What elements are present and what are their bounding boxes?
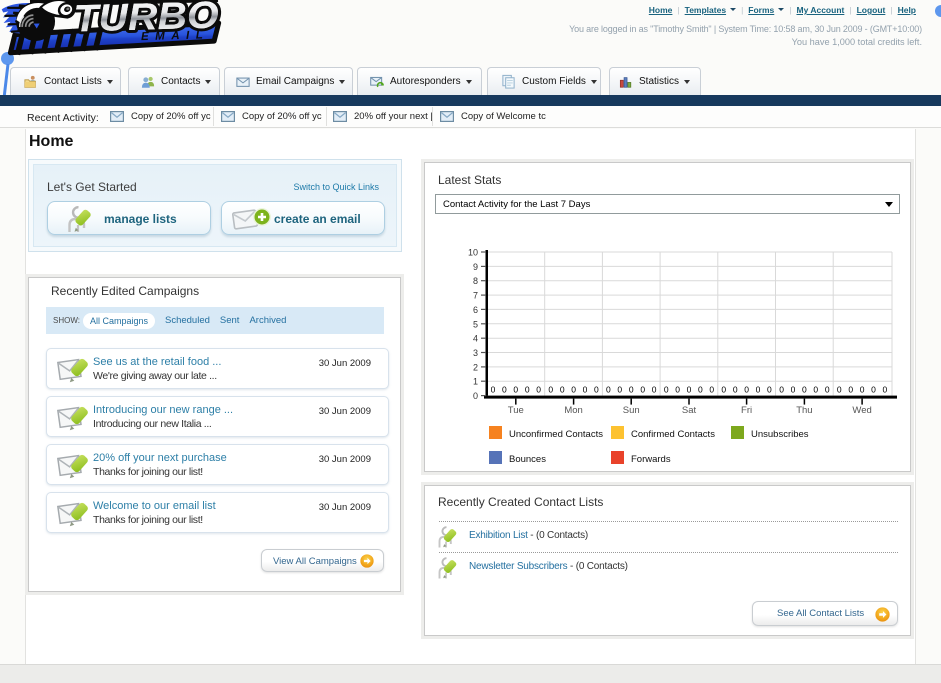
svg-text:0: 0: [652, 385, 657, 395]
svg-text:8: 8: [473, 276, 478, 286]
svg-text:0: 0: [779, 385, 784, 395]
svg-text:0: 0: [721, 385, 726, 395]
svg-text:0: 0: [883, 385, 888, 395]
svg-text:0: 0: [767, 385, 772, 395]
svg-text:3: 3: [473, 348, 478, 358]
svg-text:Tue: Tue: [508, 405, 524, 416]
svg-text:0: 0: [756, 385, 761, 395]
svg-text:0: 0: [675, 385, 680, 395]
svg-text:Wed: Wed: [852, 405, 871, 416]
svg-text:0: 0: [813, 385, 818, 395]
svg-text:Confirmed Contacts: Confirmed Contacts: [631, 429, 715, 440]
svg-text:Bounces: Bounces: [509, 454, 546, 465]
svg-text:0: 0: [583, 385, 588, 395]
svg-text:0: 0: [687, 385, 692, 395]
svg-text:0: 0: [629, 385, 634, 395]
svg-text:5: 5: [473, 319, 478, 329]
svg-text:Sun: Sun: [623, 405, 640, 416]
svg-text:Sat: Sat: [682, 405, 697, 416]
svg-text:0: 0: [791, 385, 796, 395]
svg-text:0: 0: [744, 385, 749, 395]
svg-text:0: 0: [733, 385, 738, 395]
svg-text:Forwards: Forwards: [631, 454, 671, 465]
svg-text:Fri: Fri: [741, 405, 752, 416]
svg-text:0: 0: [502, 385, 507, 395]
svg-text:Mon: Mon: [564, 405, 582, 416]
svg-text:4: 4: [473, 334, 478, 344]
svg-text:0: 0: [548, 385, 553, 395]
svg-text:0: 0: [536, 385, 541, 395]
svg-text:0: 0: [664, 385, 669, 395]
svg-text:0: 0: [571, 385, 576, 395]
svg-text:0: 0: [871, 385, 876, 395]
svg-text:0: 0: [802, 385, 807, 395]
svg-text:0: 0: [848, 385, 853, 395]
svg-text:6: 6: [473, 305, 478, 315]
svg-text:0: 0: [594, 385, 599, 395]
svg-text:0: 0: [525, 385, 530, 395]
svg-text:0: 0: [513, 385, 518, 395]
svg-text:0: 0: [860, 385, 865, 395]
svg-text:1: 1: [473, 377, 478, 387]
svg-text:0: 0: [473, 391, 478, 401]
svg-text:0: 0: [491, 385, 496, 395]
svg-text:0: 0: [606, 385, 611, 395]
svg-text:0: 0: [617, 385, 622, 395]
svg-text:2: 2: [473, 362, 478, 372]
svg-text:0: 0: [640, 385, 645, 395]
svg-text:0: 0: [560, 385, 565, 395]
svg-text:TURBO: TURBO: [73, 0, 220, 40]
svg-text:0: 0: [825, 385, 830, 395]
svg-text:0: 0: [709, 385, 714, 395]
svg-text:10: 10: [468, 248, 478, 258]
svg-text:Unconfirmed Contacts: Unconfirmed Contacts: [509, 429, 603, 440]
svg-text:Thu: Thu: [796, 405, 812, 416]
svg-text:9: 9: [473, 262, 478, 272]
svg-text:7: 7: [473, 291, 478, 301]
svg-text:0: 0: [698, 385, 703, 395]
svg-text:Unsubscribes: Unsubscribes: [751, 429, 809, 440]
svg-text:0: 0: [837, 385, 842, 395]
